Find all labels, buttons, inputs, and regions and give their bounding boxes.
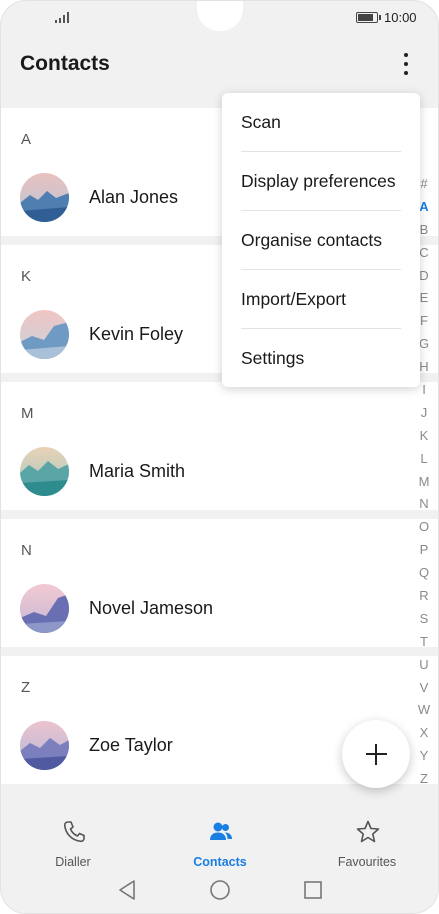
avatar[interactable] <box>20 447 69 496</box>
index-letter[interactable]: W <box>414 699 434 722</box>
tab-label: Dialler <box>55 855 91 869</box>
system-navigation <box>1 879 438 905</box>
status-bar: 10:00 <box>1 1 438 35</box>
overflow-menu: Scan Display preferences Organise contac… <box>222 93 420 387</box>
contact-name[interactable]: Zoe Taylor <box>89 735 173 756</box>
star-icon <box>356 820 380 843</box>
index-letter[interactable]: K <box>414 425 434 448</box>
status-time: 10:00 <box>384 10 417 25</box>
index-letter[interactable]: T <box>414 631 434 654</box>
section-letter: K <box>21 268 32 285</box>
tab-contacts[interactable]: Contacts <box>150 815 290 871</box>
battery-icon <box>356 12 381 23</box>
index-letter[interactable]: Z <box>414 768 434 791</box>
bottom-navigation: Dialler Contacts Favourites <box>1 807 438 913</box>
section-letter: A <box>21 131 32 148</box>
menu-item-scan[interactable]: Scan <box>241 93 401 152</box>
tab-favourites[interactable]: Favourites <box>297 815 437 871</box>
tab-dialler[interactable]: Dialler <box>3 815 143 871</box>
contact-section-n: N Novel Jameson <box>1 519 438 647</box>
index-letter[interactable]: R <box>414 585 434 608</box>
recent-apps-icon[interactable] <box>303 879 323 901</box>
contacts-icon <box>210 822 232 840</box>
camera-notch <box>197 1 243 31</box>
back-icon[interactable] <box>117 879 137 901</box>
signal-icon <box>55 12 71 23</box>
phone-screen: 10:00 Contacts A Alan Jones K Kevin Fole… <box>0 0 439 914</box>
avatar[interactable] <box>20 173 69 222</box>
section-letter: M <box>21 405 34 422</box>
menu-item-import-export[interactable]: Import/Export <box>241 270 401 329</box>
index-letter[interactable]: L <box>414 448 434 471</box>
page-title: Contacts <box>20 52 110 75</box>
menu-item-display-preferences[interactable]: Display preferences <box>241 152 401 211</box>
index-letter[interactable]: P <box>414 539 434 562</box>
phone-icon <box>63 821 85 843</box>
add-contact-button[interactable] <box>342 720 410 788</box>
index-letter[interactable]: V <box>414 677 434 700</box>
contact-name[interactable]: Kevin Foley <box>89 324 183 345</box>
contact-section-m: M Maria Smith <box>1 382 438 510</box>
section-letter: Z <box>21 679 31 696</box>
index-letter[interactable]: N <box>414 493 434 516</box>
avatar[interactable] <box>20 310 69 359</box>
battery-level-fill <box>358 14 373 21</box>
contact-name[interactable]: Alan Jones <box>89 187 178 208</box>
index-letter[interactable]: M <box>414 471 434 494</box>
contact-name[interactable]: Novel Jameson <box>89 598 213 619</box>
app-header: Contacts <box>1 35 438 95</box>
menu-item-settings[interactable]: Settings <box>241 329 401 388</box>
tab-label: Contacts <box>193 855 247 869</box>
index-letter[interactable]: X <box>414 722 434 745</box>
section-letter: N <box>21 542 32 559</box>
home-icon[interactable] <box>209 879 231 901</box>
avatar[interactable] <box>20 721 69 770</box>
index-letter[interactable]: J <box>414 402 434 425</box>
tab-label: Favourites <box>337 855 397 869</box>
contact-name[interactable]: Maria Smith <box>89 461 185 482</box>
index-letter[interactable]: Y <box>414 745 434 768</box>
index-letter[interactable]: S <box>414 608 434 631</box>
index-letter[interactable]: Q <box>414 562 434 585</box>
avatar[interactable] <box>20 584 69 633</box>
more-vertical-icon[interactable] <box>395 51 417 79</box>
index-letter[interactable]: U <box>414 654 434 677</box>
menu-item-organise-contacts[interactable]: Organise contacts <box>241 211 401 270</box>
index-letter[interactable]: O <box>414 516 434 539</box>
